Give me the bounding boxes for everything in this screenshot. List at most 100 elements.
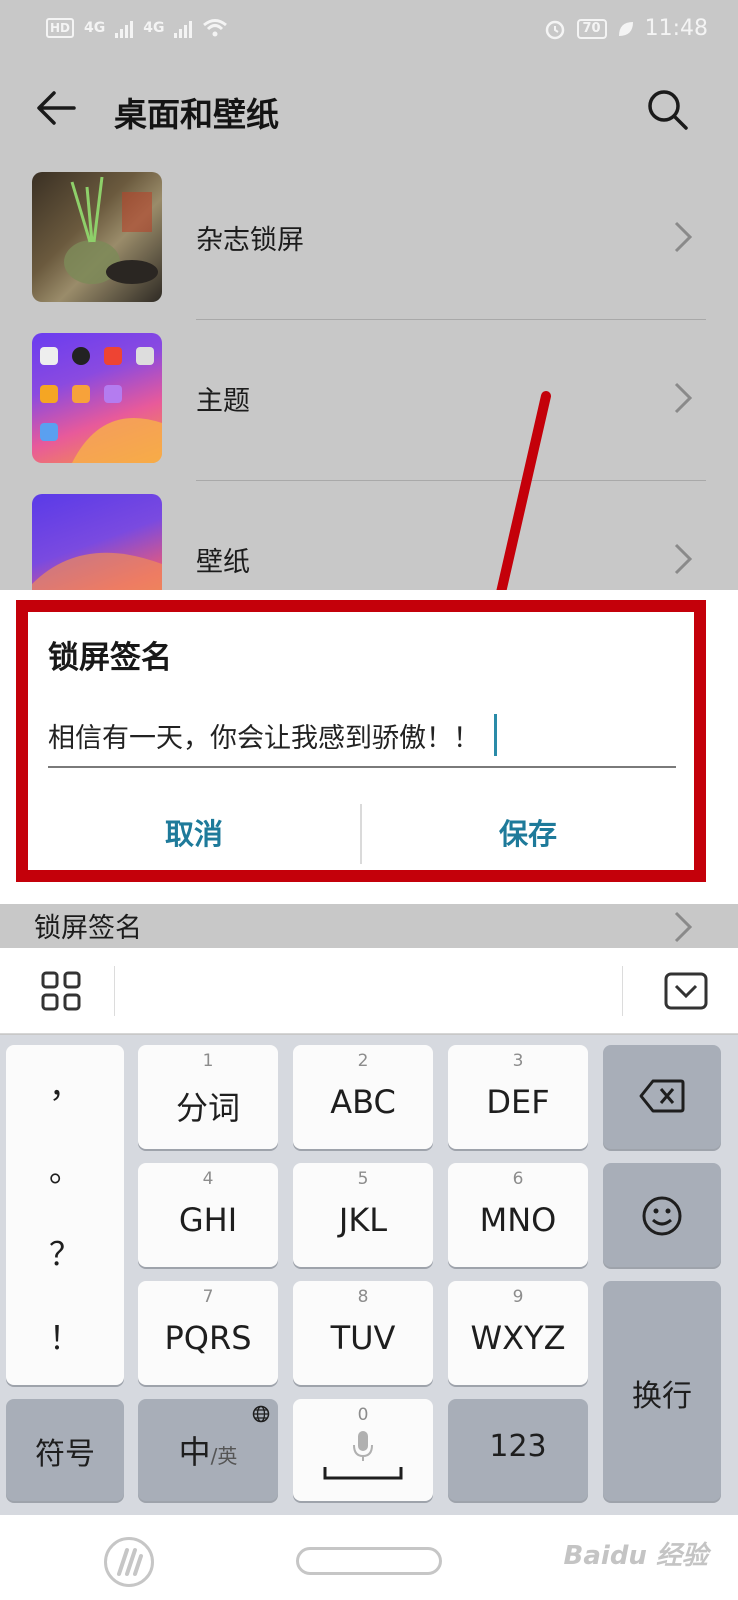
lock-signature-dialog: 锁屏签名 相信有一天，你会让我感到骄傲！！ 取消 保存 [16,600,706,882]
key-label: ABC [330,1083,396,1121]
key-4[interactable]: 4 GHI [138,1163,278,1267]
key-3[interactable]: 3 DEF [448,1045,588,1149]
list-item-theme[interactable]: 主题 [0,319,738,481]
battery-indicator: 70 [576,18,607,39]
chevron-right-icon [674,911,693,943]
watermark: Baidu 经验 [563,1541,708,1571]
toolbar-divider [114,966,115,1016]
punct-comma-key[interactable]: ， [6,1061,124,1107]
backspace-key[interactable] [603,1045,721,1149]
key-label: 分词 [175,1089,240,1127]
microphone-icon [353,1431,373,1461]
chevron-down-icon [664,972,708,1010]
language-label: 中/英 [138,1427,278,1473]
hide-keyboard-button[interactable] [664,972,708,1010]
key-label: GHI [178,1201,238,1239]
list-item-label: 主题 [196,386,250,417]
assistant-logo-icon [117,1548,143,1576]
language-alt: /英 [210,1444,238,1468]
settings-list: 杂志锁屏 主题 壁纸 [0,158,738,590]
key-label: TUV [330,1319,396,1357]
list-item-label: 壁纸 [196,547,250,578]
theme-thumbnail [32,333,162,463]
key-8[interactable]: 8 TUV [293,1281,433,1385]
keyboard-toolbar [0,948,738,1034]
key-2[interactable]: 2 ABC [293,1045,433,1149]
dialog-buttons: 取消 保存 [28,794,694,870]
search-icon [648,90,688,130]
globe-icon [252,1405,270,1423]
punct-question-key[interactable]: ？ [6,1229,124,1275]
key-5[interactable]: 5 JKL [293,1163,433,1267]
app-bar: 桌面和壁纸 [0,62,738,158]
list-item-lock-signature[interactable]: 锁屏签名 [0,904,738,950]
key-9[interactable]: 9 WXYZ [448,1281,588,1385]
text-cursor [494,714,497,756]
keyboard-menu-button[interactable] [40,970,82,1012]
key-number: 0 [357,1405,369,1425]
key-number: 8 [357,1287,369,1307]
list-item-wallpaper[interactable]: 壁纸 [0,480,738,590]
space-key[interactable]: 0 [293,1399,433,1501]
back-arrow-icon [37,91,76,125]
emoji-key[interactable] [603,1163,721,1267]
key-6[interactable]: 6 MNO [448,1163,588,1267]
language-main: 中 [178,1433,211,1471]
leaf-icon [618,21,633,36]
magazine-lock-thumbnail [32,172,162,302]
space-bar-icon [323,1467,403,1480]
key-1[interactable]: 1 分词 [138,1045,278,1149]
key-number: 2 [357,1051,369,1071]
clock: 11:48 [644,16,708,41]
key-label: DEF [486,1083,550,1121]
signature-input-value: 相信有一天，你会让我感到骄傲！！ [48,722,480,754]
number-mode-label: 123 [489,1429,547,1464]
key-number: 7 [202,1287,214,1307]
key-number: 5 [357,1169,369,1189]
toolbar-divider [622,966,623,1016]
punct-exclaim-key[interactable]: ！ [6,1313,124,1359]
signature-input[interactable]: 相信有一天，你会让我感到骄傲！！ [48,704,676,768]
home-gesture-bar[interactable] [296,1547,442,1575]
list-item-magazine-lock[interactable]: 杂志锁屏 [0,158,738,320]
assistant-button[interactable] [104,1537,154,1587]
page-title: 桌面和壁纸 [114,95,279,134]
punctuation-column[interactable]: ， 。 ？ ！ [6,1045,124,1385]
dialog-title: 锁屏签名 [48,640,172,676]
search-button[interactable] [646,88,690,132]
save-button[interactable]: 保存 [362,794,694,870]
key-number: 1 [202,1051,214,1071]
wallpaper-thumbnail [32,494,162,590]
status-left: HD 4G 4G [46,18,228,38]
status-bar: HD 4G 4G 70 11:48 [0,0,738,62]
cancel-button[interactable]: 取消 [28,794,360,870]
status-right: 70 11:48 [543,16,708,41]
punct-period-key[interactable]: 。 [6,1145,124,1191]
key-label: JKL [338,1201,388,1239]
emoji-icon [642,1196,682,1236]
language-switch-key[interactable]: 中/英 [138,1399,278,1501]
symbols-key[interactable]: 符号 [6,1399,124,1501]
key-7[interactable]: 7 PQRS [138,1281,278,1385]
number-mode-key[interactable]: 123 [448,1399,588,1501]
back-button[interactable] [34,86,78,130]
key-number: 4 [202,1169,214,1189]
enter-key-label: 换行 [632,1379,692,1414]
enter-key[interactable]: 换行 [603,1281,721,1501]
key-label: PQRS [164,1319,252,1357]
symbols-key-label: 符号 [35,1437,95,1472]
annotation-arrow-icon [496,391,551,590]
list-item-label: 杂志锁屏 [196,225,304,256]
signal-icon-2 [174,18,193,38]
key-number: 6 [512,1169,524,1189]
chevron-right-icon [674,382,693,414]
hd-badge: HD [46,18,75,38]
grid-icon [41,971,81,1011]
key-label: WXYZ [470,1319,566,1357]
key-number: 3 [512,1051,524,1071]
chevron-right-icon [674,543,693,575]
key-label: MNO [479,1201,557,1239]
alarm-icon [545,20,564,39]
chevron-right-icon [674,221,693,253]
network-label-1: 4G [84,20,106,36]
